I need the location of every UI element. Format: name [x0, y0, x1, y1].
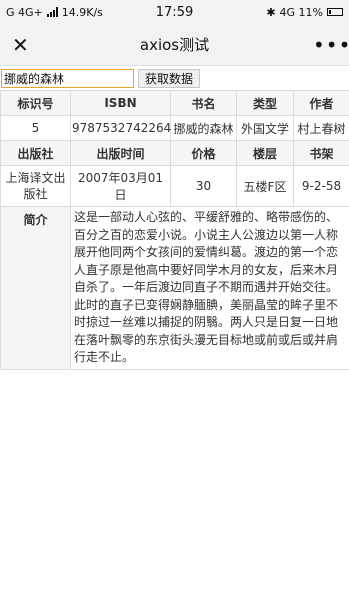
- search-row: 获取数据: [0, 66, 349, 90]
- cell-type: 外国文学: [236, 115, 294, 141]
- book-table: 标识号 ISBN 书名 类型 作者 5 9787532742264 挪威的森林 …: [0, 90, 349, 370]
- header-publish-date: 出版时间: [70, 140, 171, 166]
- header-type: 类型: [236, 90, 294, 116]
- header-floor: 楼层: [236, 140, 294, 166]
- cell-floor: 五楼F区: [236, 165, 294, 207]
- cell-publisher: 上海译文出版社: [0, 165, 71, 207]
- signal-icon: [46, 7, 58, 17]
- cell-description: 这是一部动人心弦的、平缓舒雅的、略带感伤的、百分之百的恋爱小说。小说主人公渡边以…: [70, 206, 349, 370]
- more-button[interactable]: •••: [313, 33, 349, 57]
- close-button[interactable]: ✕: [12, 33, 36, 57]
- table-header-row: 标识号 ISBN 书名 类型 作者: [0, 90, 349, 116]
- fetch-data-button[interactable]: 获取数据: [138, 68, 201, 88]
- table-row: 5 9787532742264 挪威的森林 外国文学 村上春树: [0, 115, 349, 141]
- header-publisher: 出版社: [0, 140, 71, 166]
- search-input[interactable]: [1, 68, 134, 88]
- status-network: G 4G+: [6, 5, 43, 19]
- table-row: 上海译文出版社 2007年03月01日 30 五楼F区 9-2-58: [0, 165, 349, 207]
- status-left: G 4G+ 14.9K/s: [6, 6, 103, 19]
- status-right: ✱ 4G 11%: [266, 6, 343, 19]
- cell-title: 挪威的森林: [170, 115, 237, 141]
- header-author: 作者: [293, 90, 349, 116]
- page-title: axios测试: [139, 36, 210, 54]
- cell-author: 村上春树: [293, 115, 349, 141]
- status-time: 17:59: [155, 4, 194, 20]
- bluetooth-icon: ✱: [266, 5, 276, 19]
- header-id: 标识号: [0, 90, 71, 116]
- status-battery-text: 4G 11%: [279, 5, 323, 19]
- header-isbn: ISBN: [70, 90, 171, 116]
- header-price: 价格: [170, 140, 237, 166]
- header-shelf: 书架: [293, 140, 349, 166]
- title-bar: ✕ axios测试 •••: [0, 24, 349, 66]
- description-row: 简介 这是一部动人心弦的、平缓舒雅的、略带感伤的、百分之百的恋爱小说。小说主人公…: [0, 206, 349, 370]
- table-header-row: 出版社 出版时间 价格 楼层 书架: [0, 140, 349, 166]
- status-bar: G 4G+ 14.9K/s 17:59 ✱ 4G 11%: [0, 0, 349, 24]
- header-description: 简介: [0, 206, 71, 370]
- cell-isbn: 9787532742264: [70, 115, 171, 141]
- cell-publish-date: 2007年03月01日: [70, 165, 171, 207]
- cell-id: 5: [0, 115, 71, 141]
- header-title: 书名: [170, 90, 237, 116]
- status-speed: 14.9K/s: [61, 5, 103, 19]
- cell-price: 30: [170, 165, 237, 207]
- battery-icon: [327, 8, 343, 16]
- cell-shelf: 9-2-58: [293, 165, 349, 207]
